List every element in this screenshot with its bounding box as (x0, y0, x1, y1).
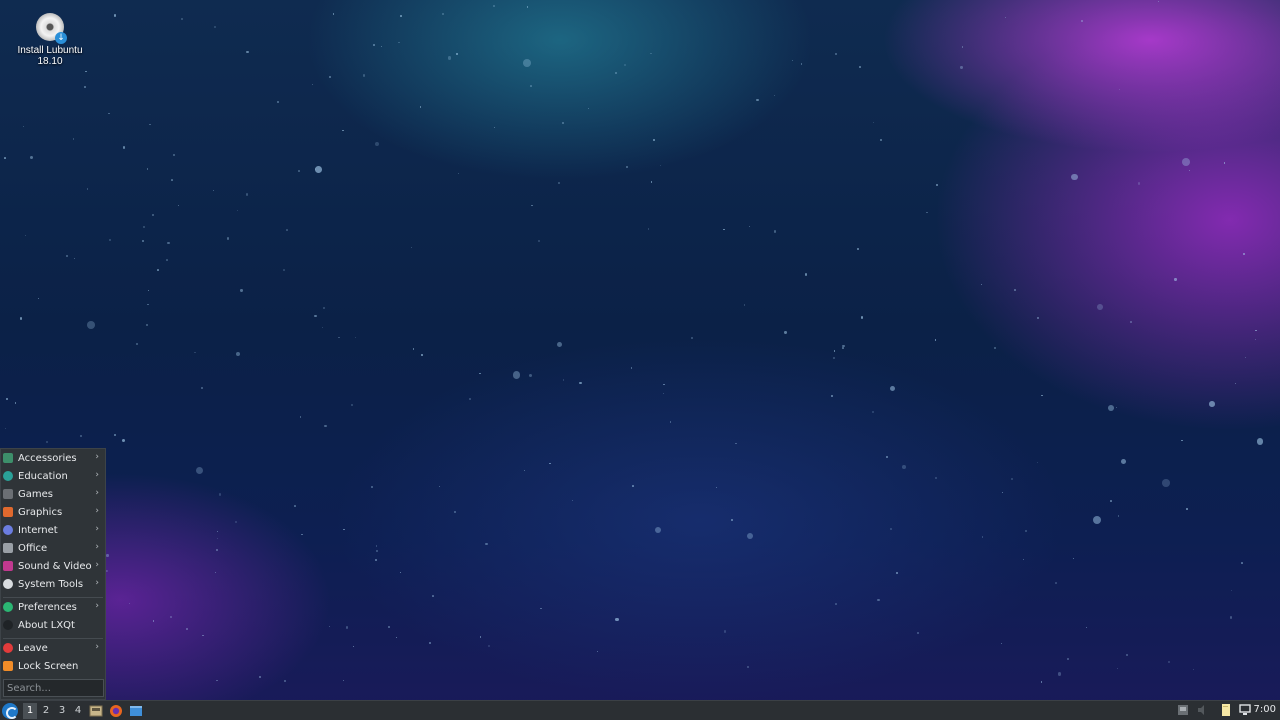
submenu-arrow-icon: › (95, 560, 99, 570)
menu-item-label: Internet (18, 524, 58, 536)
menu-item-office[interactable]: Office › (1, 539, 105, 557)
desktop-icon-label-line2: 18.10 (37, 56, 63, 67)
volume-icon[interactable] (1196, 704, 1208, 716)
menu-item-label: Education (18, 470, 68, 482)
workspace-3-button[interactable]: 3 (55, 703, 69, 719)
about-lxqt-icon (3, 620, 13, 630)
education-icon (3, 471, 13, 481)
leave-icon (3, 643, 13, 653)
office-icon (3, 543, 13, 553)
menu-item-system-tools[interactable]: System Tools › (1, 575, 105, 593)
display-icon[interactable] (1239, 704, 1251, 716)
menu-item-education[interactable]: Education › (1, 467, 105, 485)
download-arrow-icon: ↓ (55, 32, 67, 44)
show-desktop-icon[interactable] (129, 704, 143, 718)
menu-item-lock-screen[interactable]: Lock Screen (1, 657, 105, 675)
accessories-icon (3, 453, 13, 463)
lock-icon (3, 661, 13, 671)
menu-item-label: System Tools (18, 578, 84, 590)
menu-item-label: Games (18, 488, 53, 500)
menu-item-label: Accessories (18, 452, 77, 464)
menu-item-about-lxqt[interactable]: About LXQt (1, 616, 105, 634)
submenu-arrow-icon: › (95, 488, 99, 498)
menu-item-internet[interactable]: Internet › (1, 521, 105, 539)
menu-item-label: Sound & Video (18, 560, 92, 572)
submenu-arrow-icon: › (95, 578, 99, 588)
internet-icon (3, 525, 13, 535)
submenu-arrow-icon: › (95, 506, 99, 516)
keyboard-layout-icon[interactable] (1177, 704, 1189, 716)
menu-item-label: Leave (18, 642, 48, 654)
menu-item-accessories[interactable]: Accessories › (1, 449, 105, 467)
submenu-arrow-icon: › (95, 524, 99, 534)
menu-item-label: Office (18, 542, 48, 554)
preferences-icon (3, 602, 13, 612)
menu-item-graphics[interactable]: Graphics › (1, 503, 105, 521)
wallpaper (0, 0, 1280, 720)
notes-icon[interactable] (1220, 704, 1232, 716)
submenu-arrow-icon: › (95, 601, 99, 611)
workspace-1-button[interactable]: 1 (23, 703, 37, 719)
menu-item-sound-and-video[interactable]: Sound & Video › (1, 557, 105, 575)
start-menu: Accessories›Education›Games›Graphics›Int… (0, 448, 106, 700)
menu-search-input[interactable] (3, 679, 104, 697)
desktop-icon-install-lubuntu[interactable]: ↓ Install Lubuntu 18.10 (12, 10, 88, 67)
sound-video-icon (3, 561, 13, 571)
install-disc-icon: ↓ (36, 13, 67, 44)
workspace-4-button[interactable]: 4 (71, 703, 85, 719)
start-menu-button[interactable] (2, 703, 18, 719)
menu-item-label: Preferences (18, 601, 77, 613)
submenu-arrow-icon: › (95, 642, 99, 652)
firefox-icon[interactable] (109, 704, 123, 718)
menu-item-preferences[interactable]: Preferences › (1, 598, 105, 616)
graphics-icon (3, 507, 13, 517)
workspace-2-button[interactable]: 2 (39, 703, 53, 719)
file-manager-icon[interactable] (89, 704, 103, 718)
menu-item-label: Graphics (18, 506, 63, 518)
menu-item-label: Lock Screen (18, 660, 79, 672)
taskbar: 1 2 3 4 7:00 (0, 700, 1280, 720)
desktop-icon-label-line1: Install Lubuntu (17, 45, 83, 56)
menu-item-leave[interactable]: Leave › (1, 639, 105, 657)
desktop-icon-label: Install Lubuntu 18.10 (12, 45, 88, 67)
clock[interactable]: 7:00 (1254, 704, 1276, 715)
menu-item-label: About LXQt (18, 619, 75, 631)
submenu-arrow-icon: › (95, 542, 99, 552)
submenu-arrow-icon: › (95, 452, 99, 462)
submenu-arrow-icon: › (95, 470, 99, 480)
system-tools-icon (3, 579, 13, 589)
menu-item-games[interactable]: Games › (1, 485, 105, 503)
games-icon (3, 489, 13, 499)
